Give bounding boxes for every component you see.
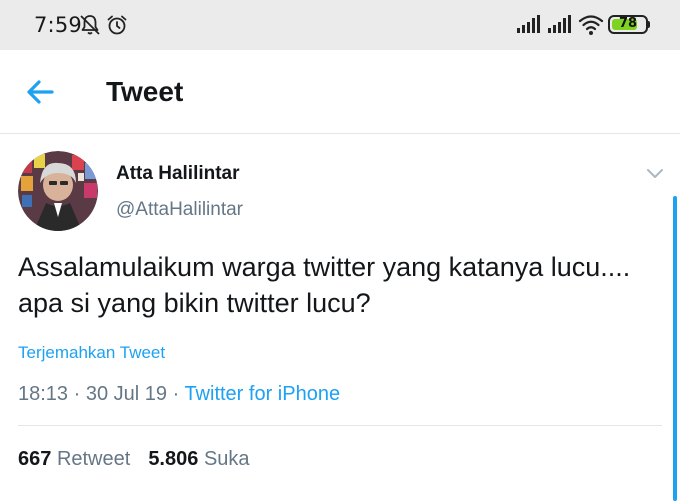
avatar[interactable]	[18, 151, 98, 231]
retweet-count: 667	[18, 448, 52, 470]
tweet-text: Assalamulaikum warga twitter yang katany…	[18, 252, 631, 318]
tweet-time: 18:13	[18, 383, 69, 405]
battery-level: 78	[618, 16, 638, 31]
like-stat[interactable]: 5.806 Suka	[148, 448, 249, 470]
alarm-icon	[107, 15, 127, 35]
tweet-stats: 667 Retweet 5.806 Suka	[18, 448, 250, 471]
like-label: Suka	[203, 448, 250, 470]
wifi-icon	[578, 15, 604, 35]
divider	[18, 425, 662, 426]
meta-separator: ·	[68, 383, 86, 405]
retweet-label: Retweet	[56, 448, 131, 470]
page-title: Tweet	[106, 76, 184, 107]
display-name[interactable]: Atta Halilintar	[116, 163, 240, 185]
arrow-left-icon[interactable]	[22, 76, 58, 108]
translate-tweet-link[interactable]: Terjemahkan Tweet	[18, 343, 165, 363]
app-header: Tweet	[0, 50, 680, 134]
status-time: 7:59	[34, 13, 82, 37]
scrollbar[interactable]	[673, 196, 677, 501]
bell-muted-icon	[80, 15, 100, 35]
tweet-meta: 18:13 · 30 Jul 19 · Twitter for iPhone	[18, 383, 340, 406]
chevron-down-icon[interactable]	[643, 163, 667, 183]
like-count: 5.806	[148, 448, 199, 470]
user-handle[interactable]: @AttaHalilintar	[116, 199, 243, 221]
retweet-stat[interactable]: 667 Retweet	[18, 448, 130, 470]
meta-separator: ·	[167, 383, 185, 405]
signal-icon	[548, 15, 571, 33]
battery-icon: 78	[608, 15, 648, 34]
tweet-date: 30 Jul 19	[85, 383, 168, 405]
tweet-detail: Atta Halilintar @AttaHalilintar Assalamu…	[0, 135, 680, 501]
status-bar: 7:59 78	[0, 0, 680, 50]
signal-icon	[517, 15, 540, 33]
battery-nub	[647, 21, 650, 28]
tweet-source-link[interactable]: Twitter for iPhone	[184, 383, 340, 405]
